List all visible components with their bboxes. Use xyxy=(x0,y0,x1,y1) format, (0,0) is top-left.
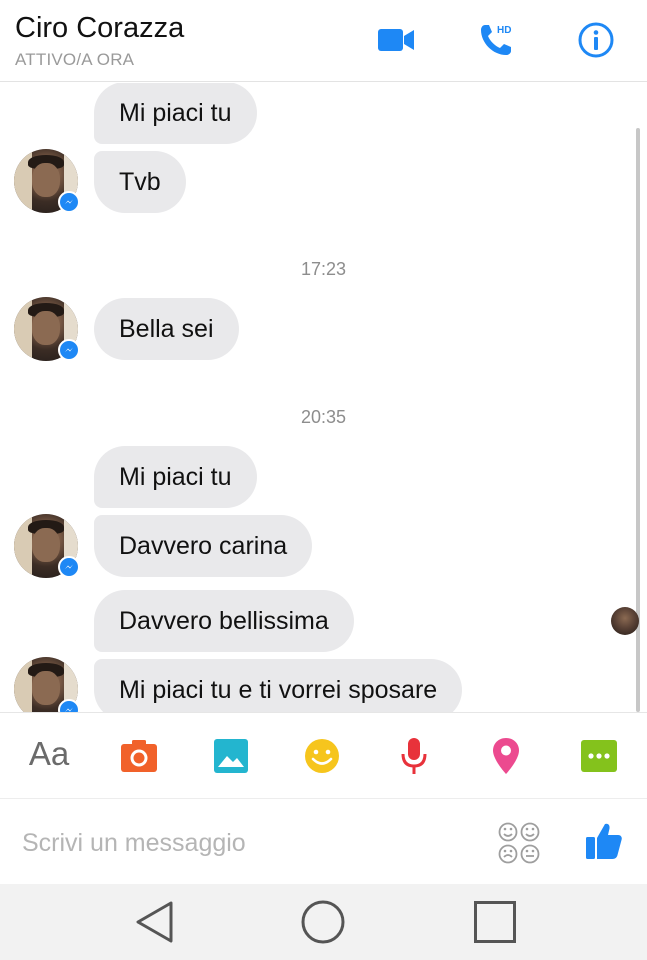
like-button[interactable] xyxy=(582,819,626,863)
timestamp: 17:23 xyxy=(300,259,347,279)
message-bubble[interactable]: Mi piaci tu xyxy=(94,446,257,508)
sticker-faces-icon xyxy=(498,822,540,864)
contact-avatar[interactable] xyxy=(14,149,80,213)
gallery-icon xyxy=(214,739,248,773)
system-navigation-bar xyxy=(0,884,647,960)
info-icon xyxy=(578,22,614,58)
message-bubble[interactable]: Davvero bellissima xyxy=(94,590,354,652)
contact-avatar[interactable] xyxy=(14,514,80,578)
message-input[interactable] xyxy=(22,825,462,861)
composer-toolbar: Aa xyxy=(0,712,647,798)
back-icon xyxy=(136,901,173,943)
info-button[interactable] xyxy=(576,20,616,60)
thumbs-up-icon xyxy=(586,823,622,859)
message-bubble[interactable]: Davvero carina xyxy=(94,515,313,577)
composer-bar xyxy=(0,798,647,884)
messenger-badge-icon xyxy=(58,556,80,578)
video-camera-icon xyxy=(378,29,414,51)
camera-icon xyxy=(121,740,157,772)
voice-message-button[interactable] xyxy=(393,735,435,777)
contact-status: ATTIVO/A ORA xyxy=(15,50,135,69)
voice-call-button[interactable]: HD xyxy=(476,20,516,60)
home-button[interactable] xyxy=(299,898,347,946)
messenger-badge-icon xyxy=(58,339,80,361)
text-format-button[interactable]: Aa xyxy=(24,733,74,775)
message-bubble[interactable]: Mi piaci tu e ti vorrei sposare xyxy=(94,659,463,712)
contact-name[interactable]: Ciro Corazza xyxy=(15,12,184,45)
home-icon xyxy=(301,900,345,944)
more-options-button[interactable] xyxy=(578,735,620,777)
contact-avatar[interactable] xyxy=(14,657,80,712)
video-call-button[interactable] xyxy=(376,20,416,60)
emoji-button[interactable] xyxy=(301,735,343,777)
hd-badge: HD xyxy=(497,25,511,36)
microphone-icon xyxy=(401,738,427,774)
location-button[interactable] xyxy=(485,735,527,777)
phone-hd-icon: HD xyxy=(481,25,511,55)
message-bubble[interactable]: Bella sei xyxy=(94,298,239,360)
message-bubble[interactable]: Mi piaci tu xyxy=(94,83,257,144)
messenger-badge-icon xyxy=(58,191,80,213)
read-receipt-avatar xyxy=(611,607,639,635)
timestamp: 20:35 xyxy=(300,407,347,427)
recents-icon xyxy=(474,901,516,943)
back-button[interactable] xyxy=(130,898,178,946)
contact-avatar[interactable] xyxy=(14,297,80,361)
emoji-icon xyxy=(305,739,339,773)
stickers-button[interactable] xyxy=(497,821,541,865)
location-pin-icon xyxy=(493,738,519,774)
message-list[interactable]: Mi piaci tu Tvb 17:23 Bella sei 20:35 Mi… xyxy=(0,83,647,712)
chat-header: Ciro Corazza ATTIVO/A ORA HD xyxy=(0,0,647,82)
message-bubble[interactable]: Tvb xyxy=(94,151,186,213)
text-format-icon: Aa xyxy=(28,735,70,772)
more-icon xyxy=(581,740,617,772)
gallery-button[interactable] xyxy=(210,735,252,777)
recents-button[interactable] xyxy=(471,898,519,946)
camera-button[interactable] xyxy=(118,735,160,777)
